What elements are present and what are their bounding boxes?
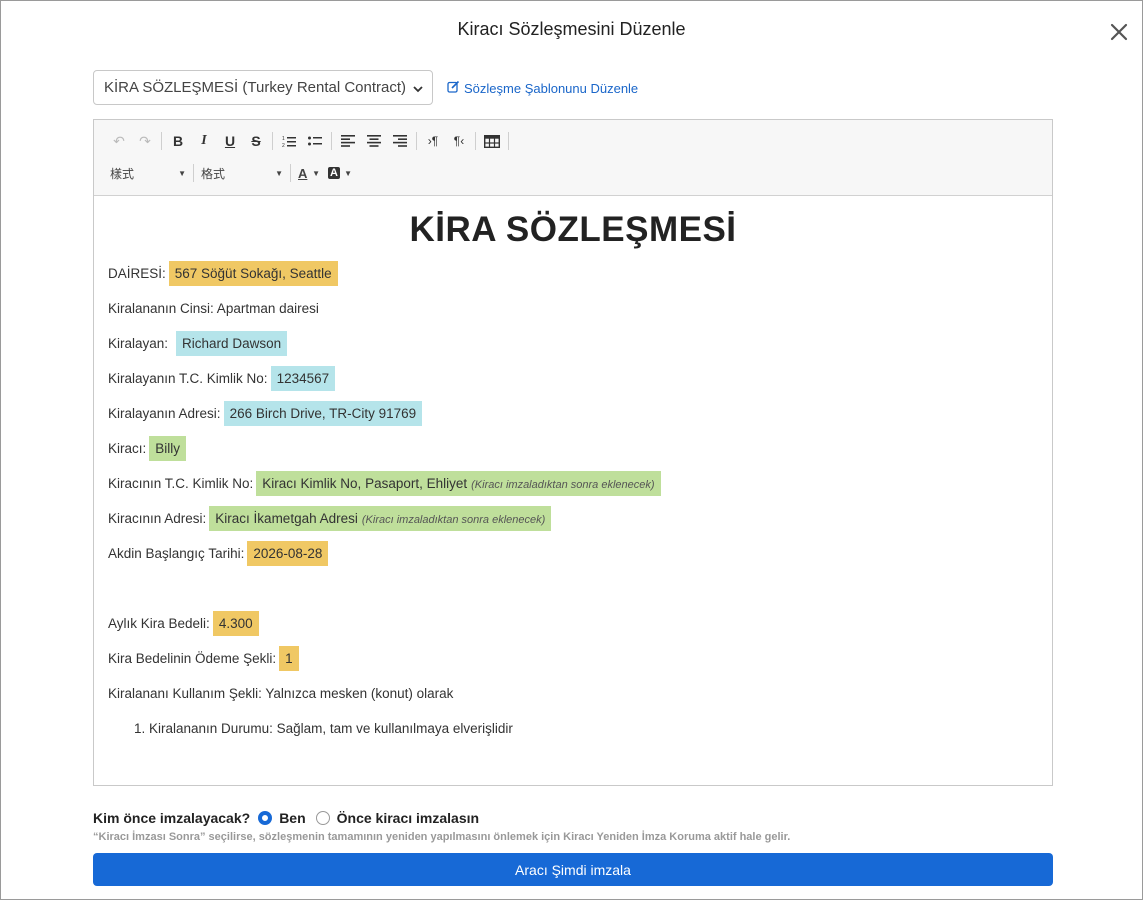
edit-contract-modal: Kiracı Sözleşmesini Düzenle KİRA SÖZLEŞM… [0,0,1143,900]
toolbar-separator [331,132,332,150]
strikethrough-icon[interactable]: S [243,130,269,152]
field-value: 1234567 [270,366,336,391]
radio-label: Ben [279,810,306,826]
field-line: Kiracının T.C. Kimlik No: Kiracı Kimlik … [108,466,1038,501]
field-line: Akdin Başlangıç Tarihi: 2026-08-28 [108,536,1038,571]
field-label: Kiracı: [108,441,147,456]
underline-icon[interactable]: U [217,130,243,152]
field-label: Kira Bedelinin Ödeme Şekli: [108,651,277,666]
field-value-with-note: Kiracı İkametgah Adresi (Kiracı imzaladık… [209,506,552,531]
modal-title: Kiracı Sözleşmesini Düzenle [457,19,686,39]
signing-hint: “Kiracı İmzası Sonra” seçilirse, sözleşm… [93,831,791,843]
bulleted-list-icon[interactable] [302,130,328,152]
style-combo[interactable]: 樣式 ▼ [106,162,190,184]
toolbar-separator [508,132,509,150]
edit-icon [447,80,464,96]
field-value: Kiracı Kimlik No, Pasaport, Ehliyet [262,476,468,491]
background-color-icon: A [328,167,340,179]
toolbar-separator [290,164,291,182]
format-combo-label: 格式 [201,166,226,181]
field-label: Kiralananın Cinsi: Apartman dairesi [108,301,319,316]
document-heading: KİRA SÖZLEŞMESİ [409,210,737,249]
align-left-icon[interactable] [335,130,361,152]
redo-icon[interactable]: ↷ [132,130,158,152]
field-value: Billy [149,436,187,461]
caret-down-icon: ▼ [178,168,186,178]
field-line: Kiracının Adresi: Kiracı İkametgah Adres… [108,501,1038,536]
svg-text:2: 2 [282,143,285,148]
sign-now-button[interactable]: Aracı Şimdi imzala [93,853,1053,886]
field-label: Kiracının Adresi: [108,511,207,526]
field-label: Kiralayanın Adresi: [108,406,221,421]
chevron-down-icon [412,82,424,94]
field-note: (Kiracı imzaladıktan sonra eklenecek) [471,479,655,491]
bold-icon[interactable]: B [165,130,191,152]
toolbar-separator [161,132,162,150]
field-line: Aylık Kira Bedeli: 4.300 [108,606,1038,641]
field-line: Kira Bedelinin Ödeme Şekli: 1 [108,641,1038,676]
caret-down-icon: ▼ [344,168,352,178]
signing-question: Kim önce imzalayacak? [93,810,251,826]
field-line: Kiralayanın Adresi: 266 Birch Drive, TR-… [108,396,1038,431]
field-label: DAİRESİ: [108,266,166,281]
template-select-value: KİRA SÖZLEŞMESİ (Turkey Rental Contract) [104,79,407,96]
field-value: Richard Dawson [176,331,288,356]
edit-template-link[interactable]: Sözleşme Şablonunu Düzenle [447,80,638,96]
radio-selected-icon [258,811,273,825]
editor-content[interactable]: KİRA SÖZLEŞMESİ DAİRESİ: 567 Söğüt Sokağ… [94,196,1052,756]
rich-text-editor: ↶ ↷ B I U S 12 ›¶ ¶‹ 樣式 ▼ 格式 ▼ A ▼ A ▼ K… [93,119,1053,786]
field-label: Kiracının T.C. Kimlik No: [108,476,254,491]
table-icon[interactable] [479,130,505,152]
list-item: 1. Kiralananın Durumu: Sağlam, tam ve ku… [134,721,513,736]
style-combo-label: 樣式 [110,166,135,181]
field-value: 1 [279,646,299,671]
toolbar-separator [193,164,194,182]
text-color-icon: A [298,165,308,181]
signing-order: Kim önce imzalayacak? Ben Önce kiracı im… [93,810,489,826]
field-label: Kiralayan: [108,336,169,351]
toolbar-separator [416,132,417,150]
close-icon[interactable] [1108,21,1130,43]
radio-tenant-first[interactable]: Önce kiracı imzalasın [315,810,480,826]
radio-sign-me-first[interactable]: Ben [258,810,306,826]
toolbar-separator [272,132,273,150]
radio-unselected-icon [315,811,330,825]
align-center-icon[interactable] [361,130,387,152]
radio-label: Önce kiracı imzalasın [336,810,480,826]
edit-template-label: Sözleşme Şablonunu Düzenle [464,80,639,96]
field-line: Kiralananın Cinsi: Apartman dairesi [108,291,1038,326]
format-combo[interactable]: 格式 ▼ [197,162,287,184]
field-line: DAİRESİ: 567 Söğüt Sokağı, Seattle [108,256,1038,291]
background-color-button[interactable]: A ▼ [324,162,356,184]
caret-down-icon: ▼ [275,168,283,178]
field-value: 2026-08-28 [247,541,329,566]
field-note: (Kiracı imzaladıktan sonra eklenecek) [361,514,546,526]
ltr-icon[interactable]: ›¶ [420,130,446,152]
field-line: Kiralayan: Richard Dawson [108,326,1038,361]
text-color-button[interactable]: A ▼ [294,162,324,184]
field-value-with-note: Kiracı Kimlik No, Pasaport, Ehliyet (Kira… [256,471,661,496]
editor-toolbar: ↶ ↷ B I U S 12 ›¶ ¶‹ 樣式 ▼ 格式 ▼ A ▼ A ▼ [94,120,1052,196]
field-line: Kiralananı Kullanım Şekli: Yalnızca mesk… [108,676,1038,711]
italic-icon[interactable]: I [191,130,217,152]
field-line: Kiracı: Billy [108,431,1038,466]
field-value: 4.300 [212,611,259,636]
field-label: Aylık Kira Bedeli: [108,616,210,631]
caret-down-icon: ▼ [312,168,320,178]
field-line: Kiralayanın T.C. Kimlik No: 1234567 [108,361,1038,396]
align-right-icon[interactable] [387,130,413,152]
template-select[interactable]: KİRA SÖZLEŞMESİ (Turkey Rental Contract) [93,70,433,105]
rtl-icon[interactable]: ¶‹ [446,130,472,152]
field-value: 266 Birch Drive, TR-City 91769 [223,401,423,426]
svg-text:1: 1 [282,136,285,142]
field-value: Kiracı İkametgah Adresi [215,511,358,526]
field-value: 567 Söğüt Sokağı, Seattle [168,261,338,286]
numbered-list-icon[interactable]: 12 [276,130,302,152]
undo-icon[interactable]: ↶ [106,130,132,152]
field-label: Akdin Başlangıç Tarihi: [108,546,245,561]
field-label: Kiralananı Kullanım Şekli: Yalnızca mesk… [108,686,454,701]
field-label: Kiralayanın T.C. Kimlik No: [108,371,268,386]
toolbar-separator [475,132,476,150]
